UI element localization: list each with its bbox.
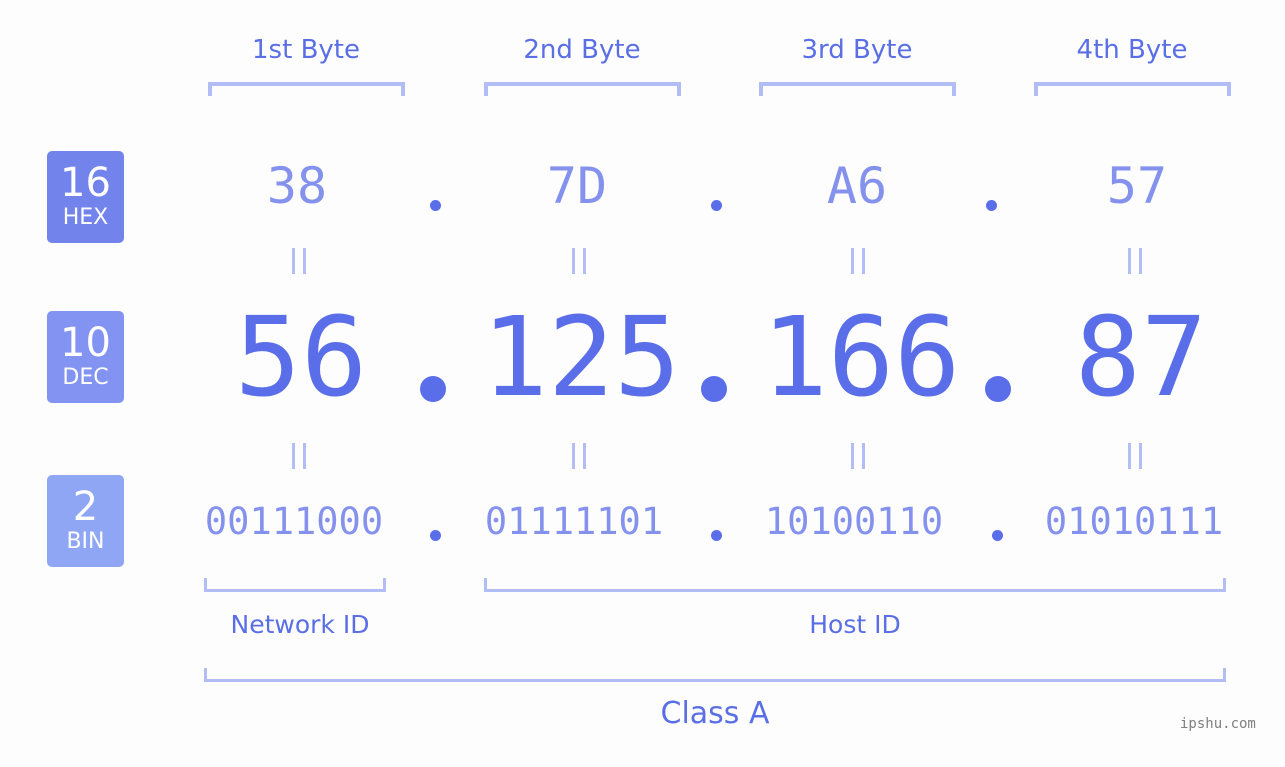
- hex-byte-3: A6: [826, 157, 888, 215]
- dec-separator-dot: [985, 376, 1011, 402]
- byte-header-2: 2nd Byte: [523, 35, 641, 65]
- dec-byte-3: 166: [761, 293, 961, 421]
- byte-bracket-3: [759, 82, 956, 96]
- host-id-label: Host ID: [809, 610, 901, 639]
- equals-icon: [290, 248, 308, 274]
- bin-byte-3: 10100110: [764, 500, 944, 543]
- host-id-bracket: [484, 578, 1226, 592]
- bin-separator-dot: [430, 530, 441, 541]
- dec-byte-2: 125: [481, 293, 681, 421]
- bin-base-number: 2: [72, 484, 99, 530]
- equals-icon: [849, 248, 867, 274]
- dec-byte-4: 87: [1074, 293, 1208, 421]
- bin-separator-dot: [711, 530, 722, 541]
- dec-byte-1: 56: [234, 293, 368, 421]
- hex-badge: 16 HEX: [47, 151, 124, 243]
- byte-bracket-2: [484, 82, 681, 96]
- class-label: Class A: [660, 696, 770, 731]
- hex-separator-dot: [711, 200, 722, 211]
- equals-icon: [849, 443, 867, 469]
- hex-separator-dot: [986, 200, 997, 211]
- hex-byte-4: 57: [1106, 157, 1168, 215]
- bin-separator-dot: [992, 530, 1003, 541]
- dec-base-number: 10: [60, 320, 111, 366]
- hex-separator-dot: [430, 200, 441, 211]
- byte-header-4: 4th Byte: [1076, 35, 1188, 65]
- bin-byte-1: 00111000: [204, 500, 384, 543]
- network-id-label: Network ID: [230, 610, 370, 639]
- network-id-bracket: [204, 578, 386, 592]
- equals-icon: [1126, 248, 1144, 274]
- equals-icon: [570, 248, 588, 274]
- byte-header-3: 3rd Byte: [801, 35, 913, 65]
- byte-bracket-4: [1034, 82, 1231, 96]
- hex-base-label: HEX: [62, 205, 109, 230]
- hex-base-number: 16: [60, 160, 111, 206]
- byte-header-1: 1st Byte: [252, 35, 360, 65]
- dec-base-label: DEC: [62, 365, 109, 390]
- dec-separator-dot: [420, 376, 446, 402]
- hex-byte-2: 7D: [546, 157, 608, 215]
- bin-badge: 2 BIN: [47, 475, 124, 567]
- equals-icon: [1126, 443, 1144, 469]
- bin-byte-4: 01010111: [1044, 500, 1224, 543]
- byte-bracket-1: [208, 82, 405, 96]
- bin-base-label: BIN: [66, 529, 105, 554]
- watermark: ipshu.com: [1180, 716, 1256, 732]
- hex-byte-1: 38: [266, 157, 328, 215]
- equals-icon: [290, 443, 308, 469]
- dec-badge: 10 DEC: [47, 311, 124, 403]
- dec-separator-dot: [701, 376, 727, 402]
- bin-byte-2: 01111101: [484, 500, 664, 543]
- equals-icon: [570, 443, 588, 469]
- class-bracket: [204, 668, 1226, 682]
